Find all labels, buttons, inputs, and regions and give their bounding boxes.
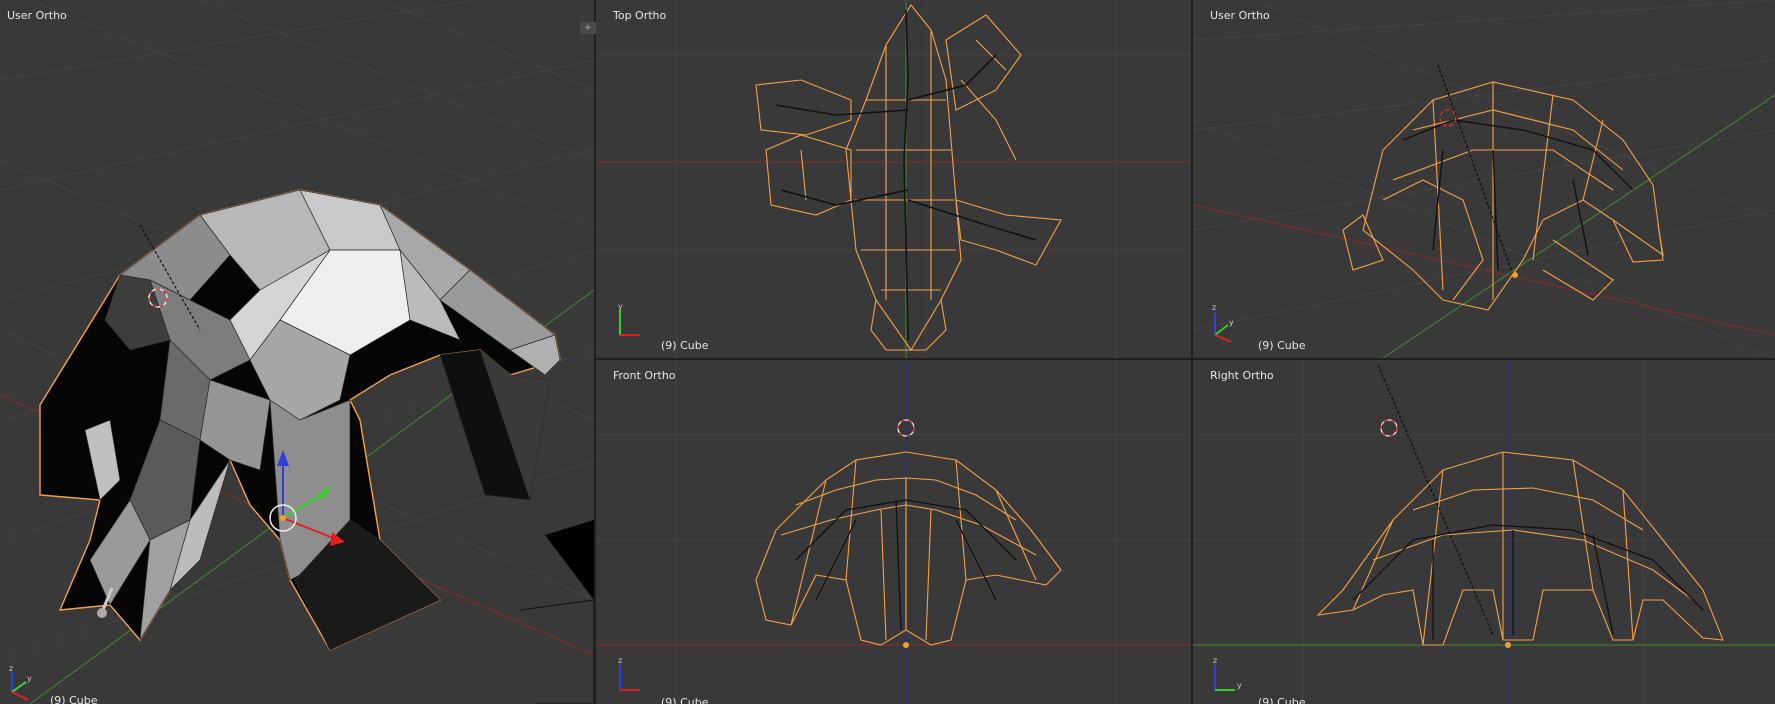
viewport-top-label: Top Ortho [613,9,667,22]
svg-text:y: y [1237,681,1242,690]
viewport-main-canvas[interactable]: z y [0,0,594,704]
viewport-front[interactable]: z Front Ortho (9) Cube [596,360,1191,704]
viewport-top-canvas[interactable]: y [596,0,1191,358]
svg-text:z: z [1213,656,1217,665]
creature-solid-mesh[interactable] [39,189,561,651]
axis-gizmo-icon: y [618,302,640,336]
creature-wireframe-front[interactable] [755,451,1062,646]
viewport-front-canvas[interactable]: z [596,360,1191,704]
viewport-user2-label: User Ortho [1210,9,1270,22]
viewport-user2[interactable]: z y User Ortho (9) Cube [1193,0,1775,358]
armature-bones-user2 [1402,64,1634,276]
axis-gizmo-icon: z y [9,664,32,701]
creature-wireframe-top[interactable] [755,4,1062,352]
svg-text:z: z [9,664,13,673]
viewport-right[interactable]: z y Right Ortho (9) Cube [1193,360,1775,704]
svg-text:z: z [1212,303,1216,312]
viewport-main-label: User Ortho [7,9,67,22]
svg-text:y: y [1229,318,1234,327]
viewport-right-canvas[interactable]: z y [1193,360,1775,704]
viewport-top-object-label: (9) Cube [661,339,709,352]
svg-text:z: z [618,656,622,665]
creature-wireframe-right[interactable] [1316,451,1724,646]
creature-wireframe-user2[interactable] [1342,81,1664,311]
viewport-right-label: Right Ortho [1210,369,1274,382]
viewport-user2-object-label: (9) Cube [1258,339,1306,352]
svg-text:y: y [27,674,32,683]
axis-gizmo-icon: z y [1212,303,1234,343]
background-object [545,520,594,600]
viewport-right-object-label: (9) Cube [1258,696,1306,704]
viewport-front-object-label: (9) Cube [661,696,709,704]
viewport-user2-canvas[interactable]: z y [1193,0,1775,358]
armature-bones-right [1352,364,1704,640]
svg-text:y: y [618,302,623,311]
3d-cursor-icon[interactable] [1380,419,1398,437]
axis-gizmo-icon: z y [1213,656,1242,691]
viewport-main[interactable]: z y User Ortho (9) Cube [0,0,594,704]
viewport-main-object-label: (9) Cube [50,694,98,704]
viewport-front-label: Front Ortho [613,369,676,382]
viewport-top[interactable]: y Top Ortho (9) Cube [596,0,1191,358]
axis-gizmo-icon: z [618,656,640,691]
